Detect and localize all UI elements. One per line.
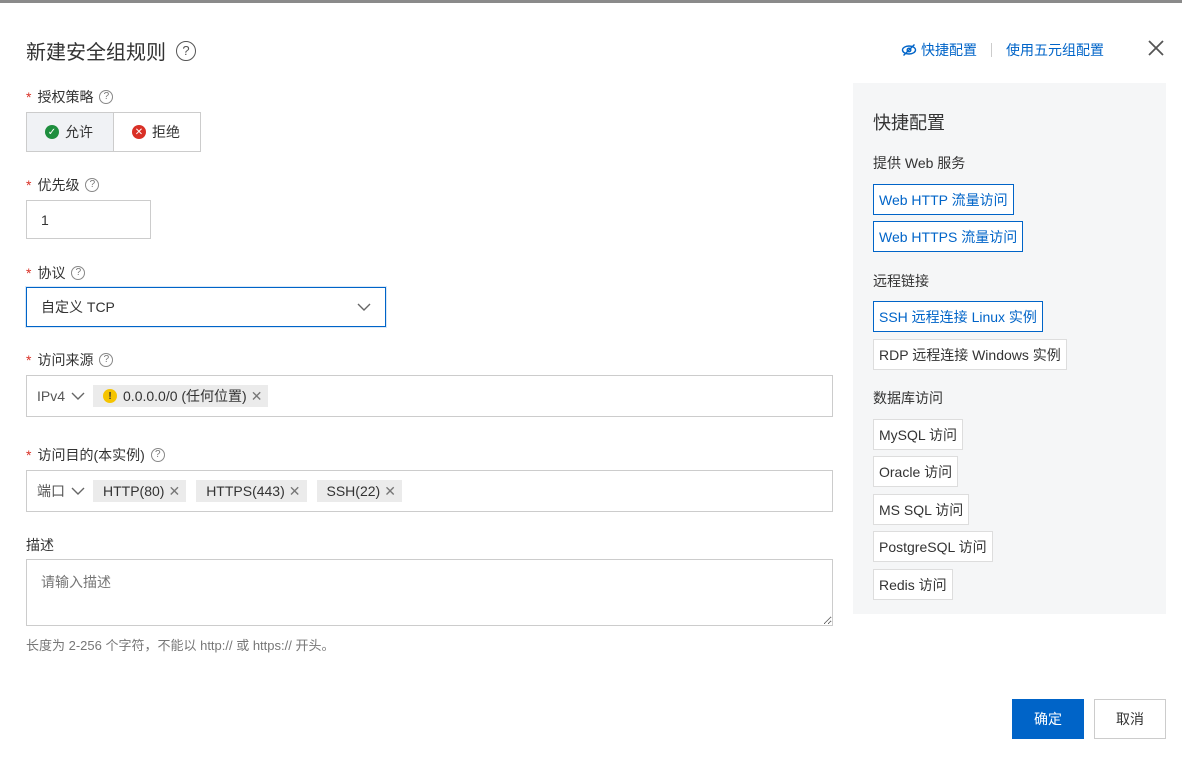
policy-deny-option[interactable]: ✕ 拒绝	[114, 112, 201, 152]
destination-input[interactable]: 端口 HTTP(80) ✕ HTTPS(443) ✕ SSH(22) ✕	[26, 470, 833, 512]
group-title-web: 提供 Web 服务	[873, 155, 966, 171]
five-tuple-config-link[interactable]: 使用五元组配置	[1006, 40, 1104, 60]
help-icon[interactable]: ?	[176, 40, 196, 61]
source-tag: ! 0.0.0.0/0 (任何位置) ✕	[93, 385, 269, 407]
help-icon[interactable]: ?	[71, 266, 86, 280]
description-label: 描述	[26, 535, 54, 555]
policy-allow-label: 允许	[65, 124, 93, 140]
priority-input[interactable]: 1	[26, 200, 151, 239]
required-mark: *	[26, 352, 32, 368]
priority-label: * 优先级 ?	[26, 175, 100, 195]
source-tag-label: 0.0.0.0/0 (任何位置)	[123, 388, 247, 404]
help-icon[interactable]: ?	[99, 353, 114, 367]
link-divider	[991, 43, 992, 57]
help-icon[interactable]: ?	[85, 178, 100, 192]
quick-config-panel: 快捷配置 提供 Web 服务 Web HTTP 流量访问 Web HTTPS 流…	[853, 83, 1166, 614]
source-type-value: IPv4	[37, 388, 66, 404]
tag-remove-icon[interactable]: ✕	[168, 483, 180, 500]
chevron-down-icon	[71, 392, 85, 400]
destination-tag-label: HTTPS(443)	[206, 483, 285, 499]
description-label-text: 描述	[26, 537, 54, 553]
protocol-select[interactable]: 自定义 TCP	[26, 287, 386, 327]
protocol-label: * 协议 ?	[26, 263, 86, 283]
policy-segmented: ✓ 允许 ✕ 拒绝	[26, 112, 201, 152]
quick-web-https-button[interactable]: Web HTTPS 流量访问	[873, 221, 1024, 252]
source-type-select[interactable]: IPv4	[37, 388, 85, 404]
quick-rdp-button[interactable]: RDP 远程连接 Windows 实例	[873, 339, 1067, 370]
quick-mysql-button[interactable]: MySQL 访问	[873, 419, 964, 450]
check-circle-icon: ✓	[45, 125, 59, 139]
destination-tag-https: HTTPS(443) ✕	[196, 480, 307, 502]
destination-label-text: 访问目的(本实例)	[37, 447, 145, 463]
description-textarea[interactable]	[26, 559, 833, 626]
destination-label: * 访问目的(本实例) ?	[26, 445, 165, 465]
quick-config-link-label: 快捷配置	[921, 42, 977, 58]
quick-redis-button[interactable]: Redis 访问	[873, 569, 953, 600]
dialog-title-text: 新建安全组规则	[26, 42, 166, 64]
eye-off-icon	[901, 44, 917, 56]
policy-label: * 授权策略 ?	[26, 87, 114, 107]
required-mark: *	[26, 89, 32, 105]
quick-oracle-button[interactable]: Oracle 访问	[873, 456, 959, 487]
destination-tag-http: HTTP(80) ✕	[93, 480, 187, 502]
x-circle-icon: ✕	[132, 125, 146, 139]
tag-remove-icon[interactable]: ✕	[384, 483, 396, 500]
priority-label-text: 优先级	[37, 177, 80, 193]
help-icon[interactable]: ?	[150, 448, 165, 462]
destination-tag-label: HTTP(80)	[103, 483, 165, 499]
confirm-button[interactable]: 确定	[1012, 699, 1084, 739]
quick-web-http-button[interactable]: Web HTTP 流量访问	[873, 184, 1014, 215]
top-border	[0, 0, 1182, 3]
group-title-remote: 远程链接	[873, 273, 929, 289]
policy-allow-option[interactable]: ✓ 允许	[26, 112, 114, 152]
required-mark: *	[26, 177, 32, 193]
destination-type-value: 端口	[37, 483, 65, 499]
panel-title: 快捷配置	[873, 113, 945, 133]
quick-config-link[interactable]: 快捷配置	[901, 40, 977, 60]
warning-icon: !	[103, 389, 118, 403]
source-input[interactable]: IPv4 ! 0.0.0.0/0 (任何位置) ✕	[26, 375, 833, 417]
protocol-label-text: 协议	[37, 265, 66, 281]
close-icon[interactable]	[1146, 38, 1166, 58]
destination-type-select[interactable]: 端口	[37, 481, 85, 501]
cancel-button[interactable]: 取消	[1094, 699, 1166, 739]
priority-value: 1	[41, 211, 49, 228]
chevron-down-icon	[357, 303, 371, 311]
quick-postgresql-button[interactable]: PostgreSQL 访问	[873, 531, 993, 562]
dialog-title: 新建安全组规则 ?	[26, 36, 196, 65]
tag-remove-icon[interactable]: ✕	[289, 483, 301, 500]
quick-ssh-button[interactable]: SSH 远程连接 Linux 实例	[873, 301, 1043, 332]
group-title-db: 数据库访问	[873, 390, 943, 406]
required-mark: *	[26, 265, 32, 281]
quick-mssql-button[interactable]: MS SQL 访问	[873, 494, 970, 525]
chevron-down-icon	[71, 487, 85, 495]
header-links: 快捷配置 使用五元组配置	[901, 40, 1104, 60]
tag-remove-icon[interactable]: ✕	[251, 388, 263, 405]
destination-tag-label: SSH(22)	[326, 483, 381, 499]
required-mark: *	[26, 447, 32, 463]
description-hint: 长度为 2-256 个字符，不能以 http:// 或 https:// 开头。	[26, 638, 335, 653]
source-label: * 访问来源 ?	[26, 350, 114, 370]
policy-deny-label: 拒绝	[152, 124, 180, 140]
policy-label-text: 授权策略	[37, 89, 94, 105]
protocol-value: 自定义 TCP	[41, 299, 115, 315]
source-label-text: 访问来源	[37, 352, 94, 368]
destination-tag-ssh: SSH(22) ✕	[316, 480, 402, 502]
help-icon[interactable]: ?	[99, 90, 114, 104]
